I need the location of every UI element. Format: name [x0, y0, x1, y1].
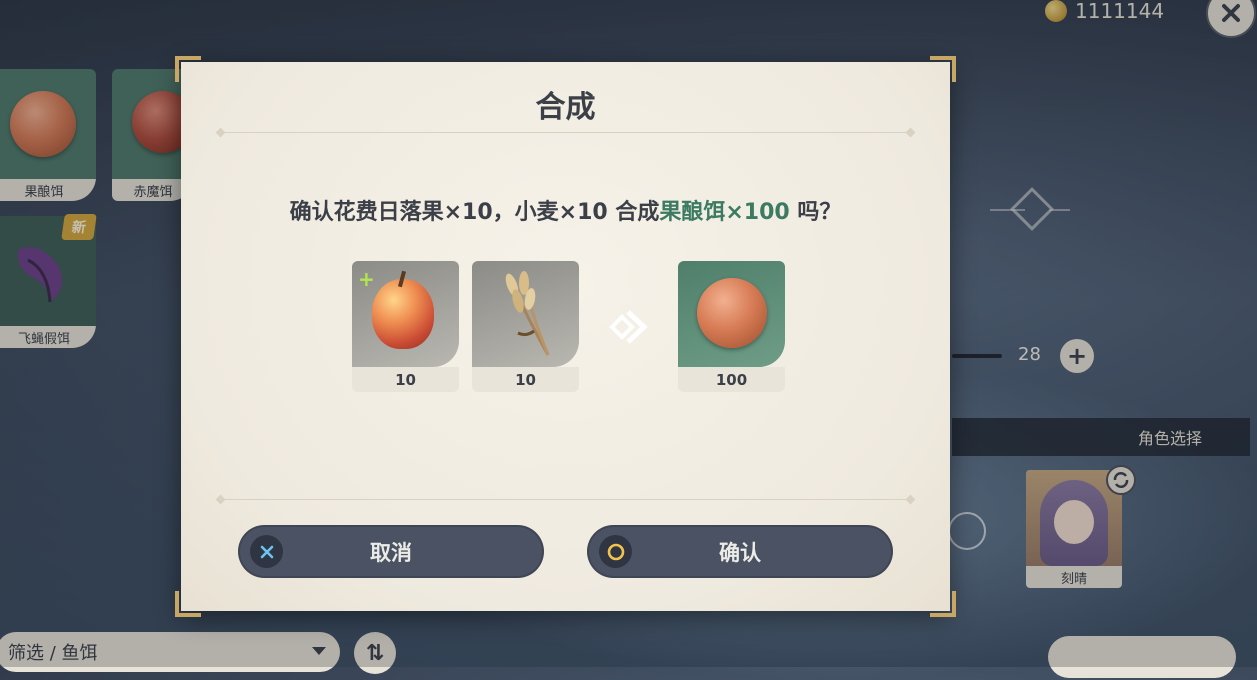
- fruit-paste-bait-icon: [697, 278, 767, 348]
- frame-corner: [175, 591, 201, 617]
- confirm-label: 确认: [719, 540, 761, 565]
- arrow-right-icon: [609, 310, 648, 344]
- confirm-prompt: 确认花费日落果×10，小麦×10 合成果酿饵×100 吗？: [181, 194, 950, 226]
- craft-dialog: 合成 确认花费日落果×10，小麦×10 合成果酿饵×100 吗？ + 10 10: [175, 56, 956, 617]
- cancel-label: 取消: [370, 540, 412, 565]
- result-count: 100: [678, 367, 785, 392]
- sunsettia-icon: [372, 279, 434, 349]
- ingredient-sunsettia[interactable]: + 10: [352, 261, 459, 392]
- result-fruit-paste-bait[interactable]: 100: [678, 261, 785, 392]
- divider: [221, 132, 910, 133]
- ingredient-count: 10: [472, 367, 579, 392]
- frame-corner: [930, 56, 956, 82]
- divider: [221, 499, 910, 500]
- frame-corner: [930, 591, 956, 617]
- prompt-suffix: 吗？: [789, 200, 842, 225]
- ingredient-count: 10: [352, 367, 459, 392]
- cancel-icon: [250, 535, 283, 568]
- confirm-icon: [599, 535, 632, 568]
- prompt-text: 确认花费日落果×10，小麦×10 合成: [289, 200, 660, 225]
- ingredient-wheat[interactable]: 10: [472, 261, 579, 392]
- prompt-highlight: 果酿饵×100: [659, 200, 790, 225]
- dialog-title: 合成: [535, 90, 596, 125]
- confirm-button[interactable]: 确认: [587, 525, 893, 578]
- frame-corner: [175, 56, 201, 82]
- wheat-icon: [505, 271, 550, 356]
- cancel-button[interactable]: 取消: [238, 525, 544, 578]
- plus-icon: +: [358, 267, 375, 291]
